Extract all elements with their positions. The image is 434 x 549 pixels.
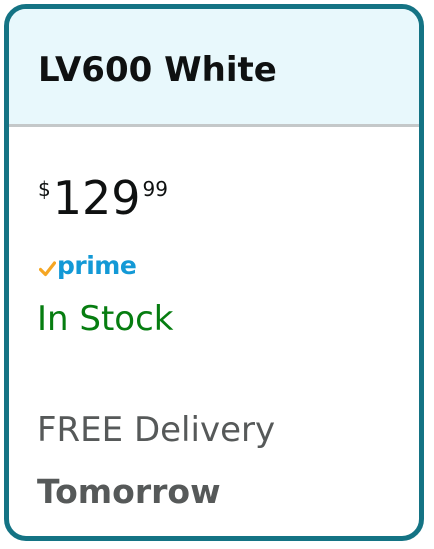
price-whole: 129 [52,171,141,225]
price-currency-symbol: $ [38,177,51,201]
stock-status: In Stock [37,299,174,339]
product-title: LV600 White [38,50,277,90]
card-header: LV600 White [9,9,419,127]
price: $129 99 [38,175,168,221]
delivery-date: Tomorrow [37,472,221,511]
prime-badge: prime [39,251,137,280]
price-fraction: 99 [142,177,168,201]
delivery-label: FREE Delivery [37,410,276,450]
prime-check-icon [39,260,56,276]
prime-label: prime [57,251,137,280]
product-offer-card[interactable]: LV600 White $129 99 prime In Stock FREE D… [4,4,424,541]
